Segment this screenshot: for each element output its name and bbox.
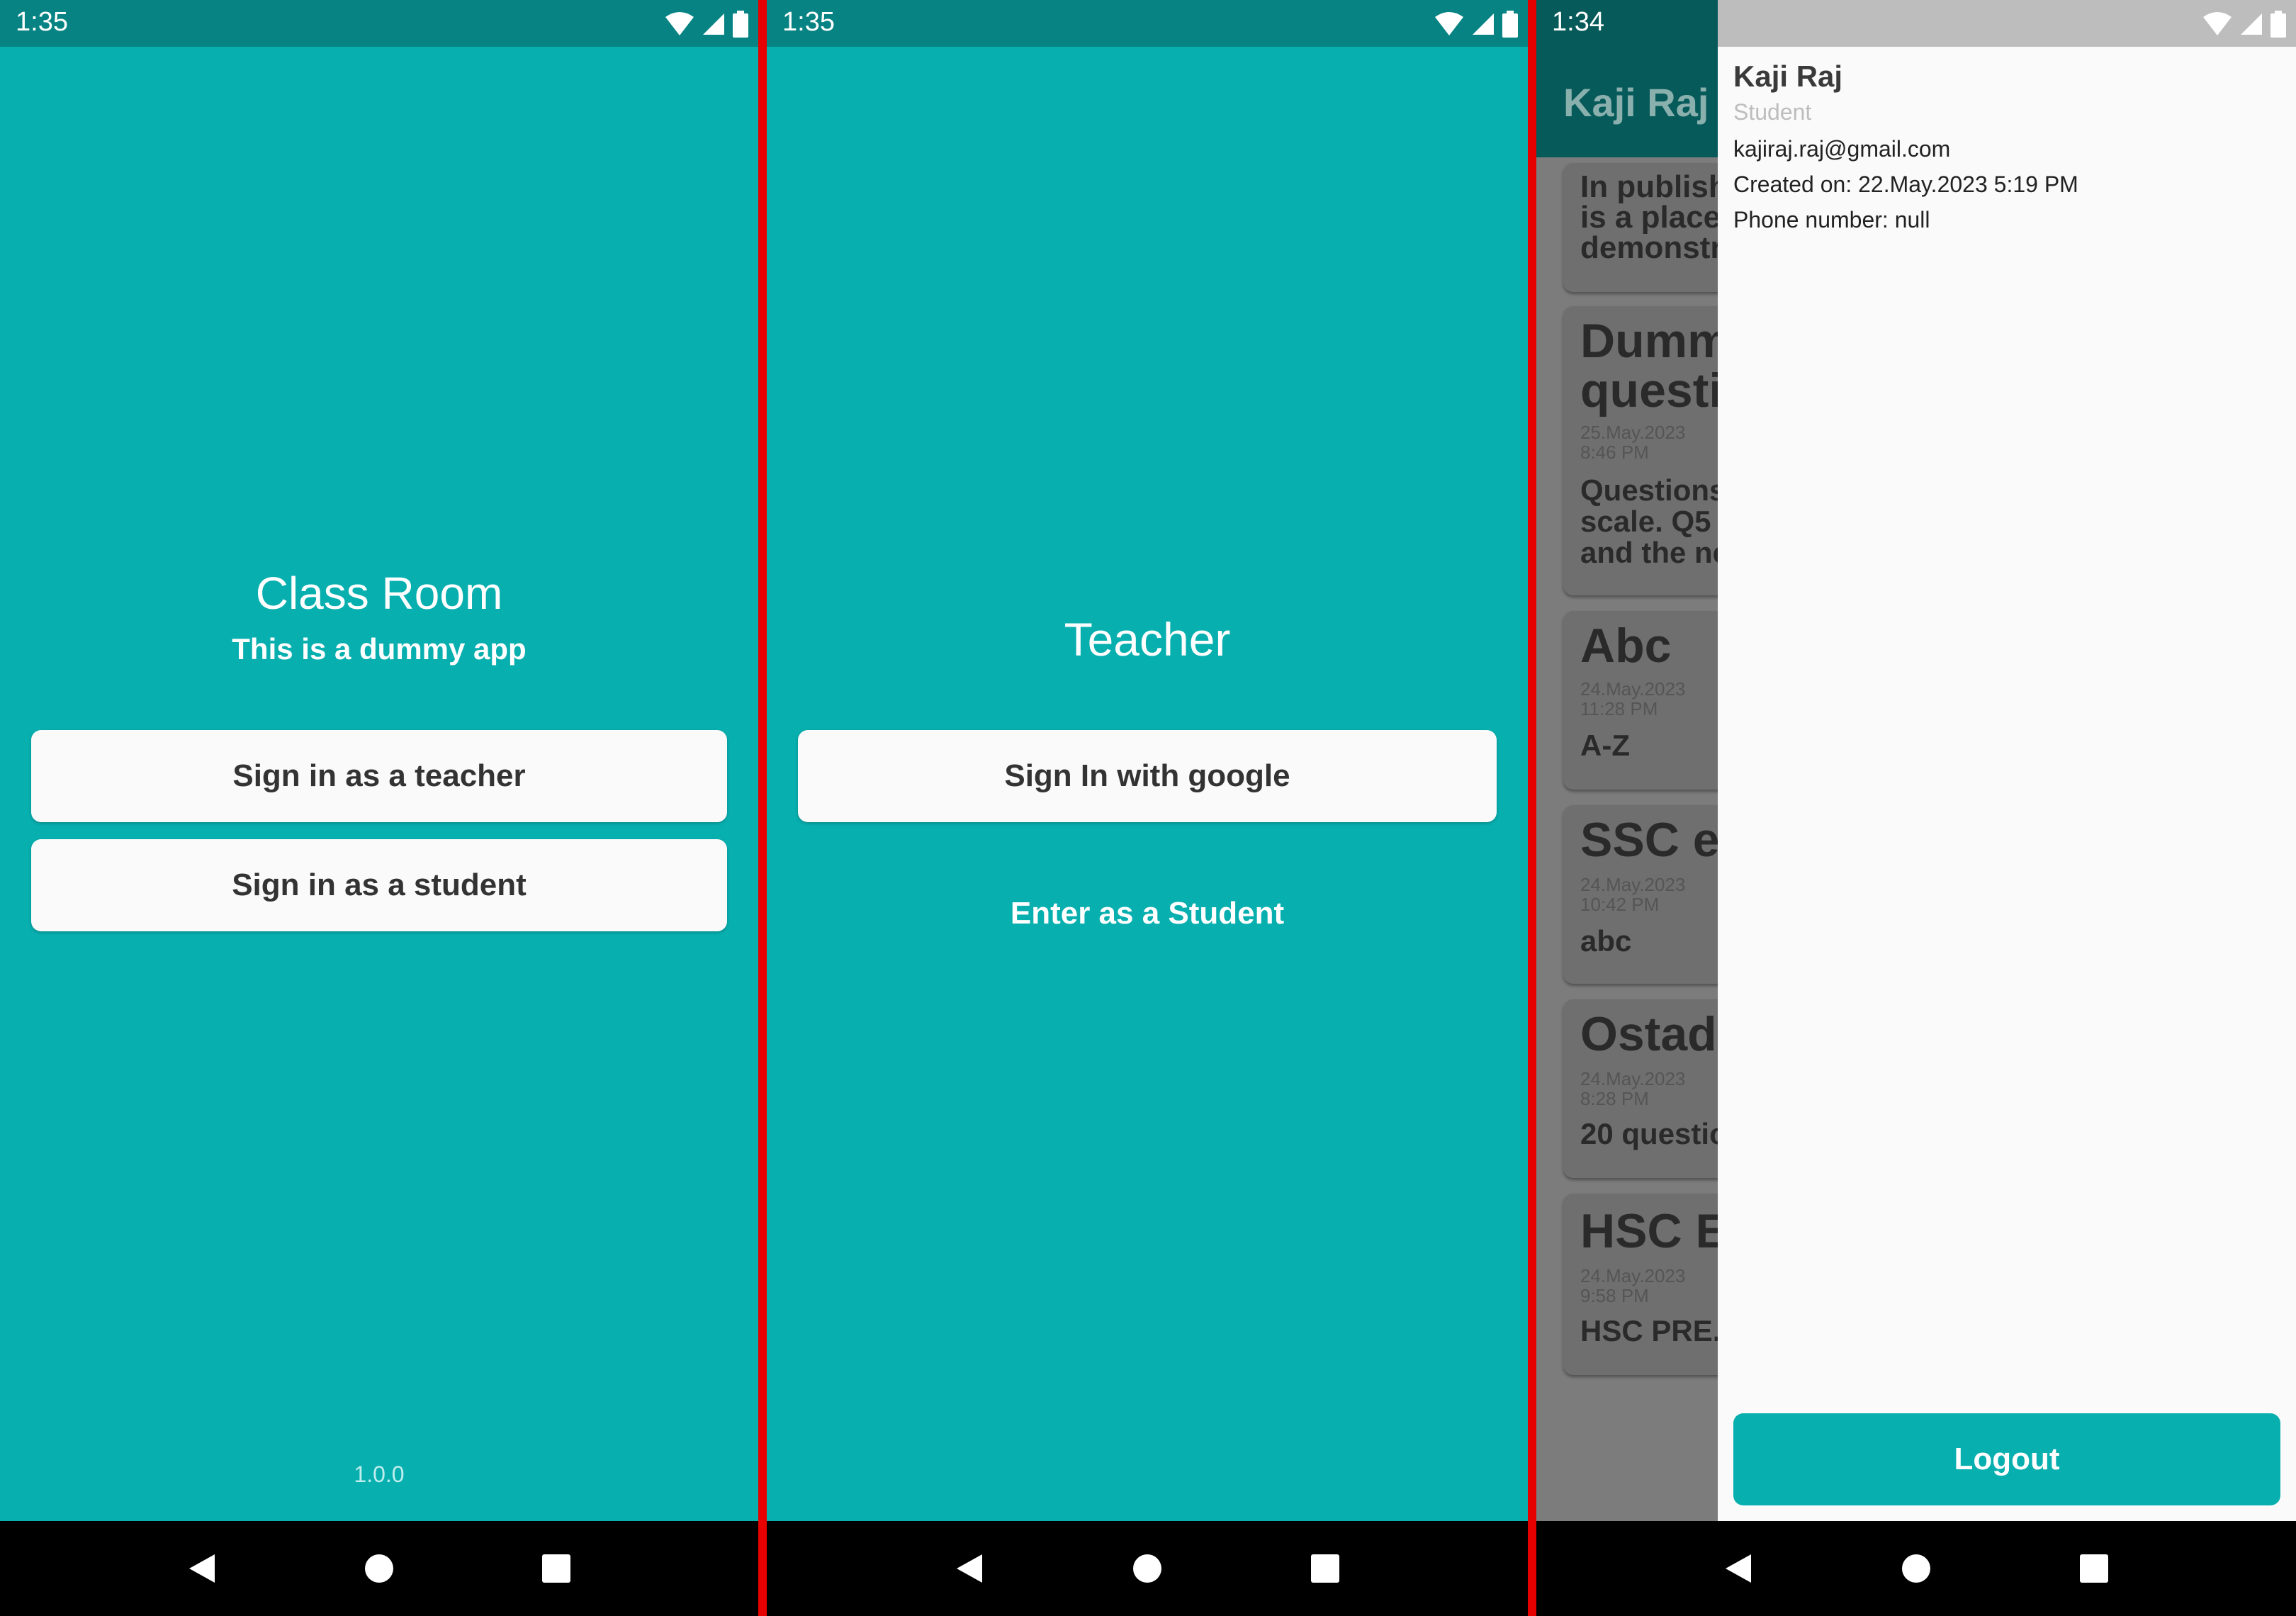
battery-icon — [2270, 11, 2286, 38]
drawer-status-bar — [1718, 0, 2296, 47]
card-body: HSC PRE. — [1580, 1314, 1721, 1347]
app-title: Class Room — [255, 568, 503, 619]
nav-bar — [0, 1521, 758, 1616]
status-time: 1:35 — [16, 7, 68, 37]
profile-drawer: Kaji Raj Student kajiraj.raj@gmail.com C… — [1718, 0, 2296, 1521]
card-body: A-Z — [1580, 729, 1630, 762]
signal-icon — [1473, 13, 1494, 35]
back-icon[interactable] — [181, 1547, 223, 1590]
recents-icon[interactable] — [1304, 1547, 1346, 1590]
signal-icon — [703, 13, 724, 35]
status-time: 1:35 — [782, 7, 835, 37]
card-body: abc — [1580, 924, 1632, 958]
recents-icon[interactable] — [2073, 1547, 2115, 1590]
status-bar: 1:35 — [767, 0, 1528, 47]
teacher-content: Teacher Sign In with google Enter as a S… — [767, 47, 1528, 1521]
card-body: Questions scale. Q5 and the ne — [1580, 473, 1730, 569]
status-bar: 1:35 — [0, 0, 758, 47]
sign-in-student-button[interactable]: Sign in as a student — [31, 839, 727, 931]
home-icon[interactable] — [1895, 1547, 1937, 1590]
enter-as-student-link[interactable]: Enter as a Student — [767, 896, 1528, 931]
card-text: In publishi is a placeh demonstra — [1580, 169, 1740, 265]
teacher-title: Teacher — [1064, 613, 1231, 666]
card-date: 24.May.2023 8:28 PM — [1580, 1068, 1686, 1109]
profile-name: Kaji Raj — [1733, 60, 1843, 93]
screen-student-drawer: 1:34 Kaji Raj In publishi is a placeh de… — [1536, 0, 2296, 1616]
card-date: 24.May.2023 11:28 PM — [1580, 678, 1686, 719]
card-title: Ostad — [1580, 1007, 1717, 1061]
back-icon[interactable] — [1717, 1547, 1760, 1590]
profile-phone: Phone number: null — [1733, 207, 1930, 232]
app-subtitle: This is a dummy app — [232, 632, 527, 666]
profile-created: Created on: 22.May.2023 5:19 PM — [1733, 172, 2078, 197]
card-body: 20 questio — [1580, 1117, 1728, 1150]
wifi-icon — [665, 12, 694, 35]
card-date: 24.May.2023 10:42 PM — [1580, 874, 1686, 915]
battery-icon — [1502, 11, 1518, 38]
home-icon[interactable] — [1126, 1547, 1169, 1590]
home-icon[interactable] — [358, 1547, 400, 1590]
recents-icon[interactable] — [535, 1547, 578, 1590]
logout-button[interactable]: Logout — [1733, 1413, 2280, 1505]
nav-bar — [767, 1521, 1528, 1616]
profile-role: Student — [1733, 99, 1812, 125]
back-icon[interactable] — [948, 1547, 991, 1590]
screen-teacher: 1:35 Teacher Sign In with google Enter a… — [767, 0, 1528, 1616]
sign-in-teacher-button[interactable]: Sign in as a teacher — [31, 730, 727, 822]
battery-icon — [733, 11, 748, 38]
welcome-content: Class Room This is a dummy app Sign in a… — [0, 47, 758, 1521]
appbar-title: Kaji Raj — [1563, 80, 1709, 125]
card-title: Abc — [1580, 619, 1672, 673]
wifi-icon — [2203, 12, 2232, 35]
version-label: 1.0.0 — [354, 1461, 405, 1487]
card-date: 25.May.2023 8:46 PM — [1580, 422, 1686, 463]
card-date: 24.May.2023 9:58 PM — [1580, 1265, 1686, 1306]
profile-email: kajiraj.raj@gmail.com — [1733, 136, 1951, 162]
nav-bar — [1536, 1521, 2296, 1616]
wifi-icon — [1435, 12, 1463, 35]
screen-welcome: 1:35 Class Room This is a dummy app Sign… — [0, 0, 758, 1616]
status-time: 1:34 — [1552, 7, 1604, 37]
signal-icon — [2241, 13, 2262, 35]
sign-in-google-button[interactable]: Sign In with google — [798, 730, 1497, 822]
